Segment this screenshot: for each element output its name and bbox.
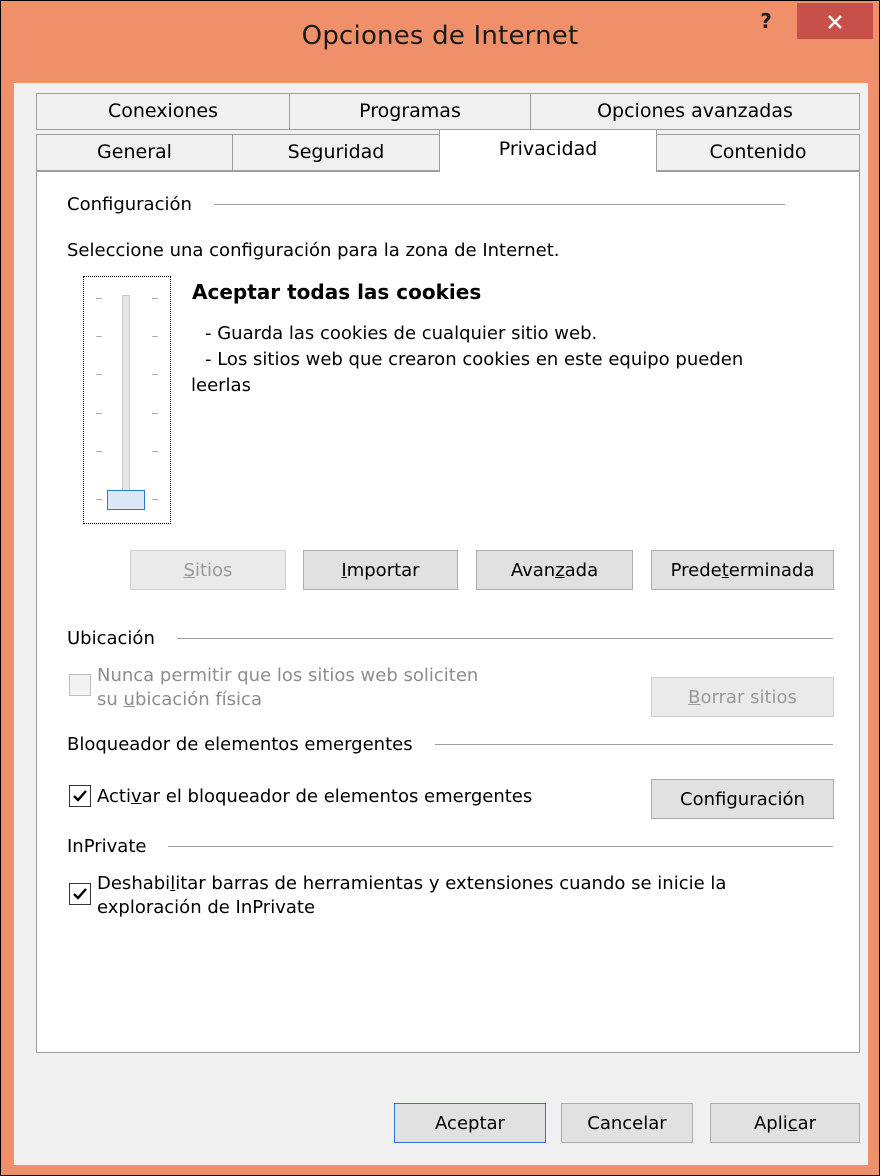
slider-tick: [96, 336, 102, 337]
location-checkbox-label: Nunca permitir que los sitios web solici…: [97, 664, 478, 712]
label-line: exploración de InPrivate: [97, 897, 316, 918]
btn-text: Prede: [670, 559, 722, 581]
title-bar[interactable]: Opciones de Internet ?: [1, 1, 879, 83]
internet-options-window: Opciones de Internet ? Conexiones Progra…: [0, 0, 880, 1176]
privacy-level-description: - Guarda las cookies de cualquier sitio …: [191, 321, 743, 399]
slider-tick: [152, 336, 158, 337]
popup-blocker-checkbox[interactable]: [69, 785, 91, 807]
label-text: itar barras de herramientas y extensione…: [175, 873, 727, 894]
cancel-button[interactable]: Cancelar: [561, 1103, 693, 1143]
tab-contenido[interactable]: Contenido: [656, 134, 860, 171]
slider-tick: [96, 298, 102, 299]
label-text: Deshabi: [97, 873, 171, 894]
label-text: su: [97, 689, 124, 710]
location-section-rule: [176, 638, 833, 639]
slider-thumb[interactable]: [107, 490, 145, 510]
slider-tick: [96, 451, 102, 452]
btn-text: itios: [194, 559, 233, 581]
popup-section-header: Bloqueador de elementos emergentes: [67, 734, 833, 755]
btn-text: erminada: [728, 559, 815, 581]
ok-button[interactable]: Aceptar: [394, 1103, 546, 1143]
apply-button[interactable]: Aplicar: [710, 1103, 860, 1143]
slider-tick: [152, 451, 158, 452]
label-accel: u: [123, 689, 135, 710]
inprivate-checkbox-label: Deshabilitar barras de herramientas y ex…: [97, 872, 726, 920]
sites-button[interactable]: Sitios: [130, 550, 286, 590]
slider-tick: [96, 374, 102, 375]
clear-sites-button[interactable]: Borrar sitios: [651, 677, 834, 717]
checkmark-icon: [73, 790, 87, 802]
btn-text: orrar sitios: [700, 686, 797, 708]
desc-line: - Guarda las cookies de cualquier sitio …: [205, 323, 598, 344]
btn-accel: B: [688, 686, 701, 708]
location-section-title: Ubicación: [67, 628, 155, 649]
popup-section-title: Bloqueador de elementos emergentes: [67, 734, 413, 755]
close-button[interactable]: [797, 3, 873, 39]
label-text: Acti: [97, 786, 131, 807]
tab-seguridad[interactable]: Seguridad: [232, 134, 440, 171]
label-line: Deshabilitar barras de herramientas y ex…: [97, 872, 726, 896]
btn-text: Cancelar: [587, 1112, 667, 1134]
btn-accel: z: [555, 559, 565, 581]
tab-opciones-avanzadas[interactable]: Opciones avanzadas: [530, 93, 860, 130]
privacy-tab-panel: Configuración Seleccione una configuraci…: [36, 171, 860, 1053]
config-section-rule: [213, 204, 785, 205]
label-text: bicación física: [134, 689, 262, 710]
privacy-level-title: Aceptar todas las cookies: [192, 280, 482, 304]
btn-text: Apli: [753, 1112, 788, 1134]
tab-general[interactable]: General: [36, 134, 233, 171]
btn-accel: S: [183, 559, 195, 581]
btn-text: ada: [564, 559, 599, 581]
btn-text: Avan: [510, 559, 556, 581]
dialog-client-area: Conexiones Programas Opciones avanzadas …: [14, 83, 868, 1165]
label-line: su ubicación física: [97, 688, 478, 712]
tab-privacidad[interactable]: Privacidad: [439, 129, 657, 172]
slider-tick: [96, 499, 102, 500]
popup-blocker-label: Activar el bloqueador de elementos emerg…: [97, 785, 532, 809]
help-button[interactable]: ?: [743, 7, 789, 37]
import-button[interactable]: Importar: [303, 550, 458, 590]
config-instruction: Seleccione una configuración para la zon…: [67, 240, 560, 261]
slider-tick: [152, 413, 158, 414]
btn-text: Confi: [680, 788, 727, 810]
location-checkbox[interactable]: [69, 674, 91, 696]
config-section-header: Configuración: [67, 194, 785, 215]
popup-settings-button[interactable]: Configuración: [651, 779, 834, 819]
btn-text: ar: [797, 1112, 817, 1134]
slider-tick: [96, 413, 102, 414]
desc-line: leerlas: [191, 375, 251, 396]
popup-section-rule: [434, 744, 833, 745]
privacy-level-slider[interactable]: [83, 276, 171, 524]
label-text: ar el bloqueador de elementos emergentes: [141, 786, 533, 807]
inprivate-checkbox[interactable]: [69, 883, 91, 905]
btn-accel: g: [726, 788, 738, 810]
advanced-button[interactable]: Avanzada: [476, 550, 633, 590]
btn-text: mportar: [346, 559, 420, 581]
close-icon: [828, 15, 842, 29]
slider-track: [122, 295, 130, 509]
slider-tick: [152, 298, 158, 299]
btn-accel: c: [787, 1112, 798, 1134]
default-button[interactable]: Predeterminada: [651, 550, 834, 590]
desc-line: - Los sitios web que crearon cookies en …: [205, 349, 744, 370]
location-section-header: Ubicación: [67, 628, 833, 649]
btn-text: Aceptar: [435, 1112, 505, 1134]
btn-accel: t: [721, 559, 729, 581]
label-accel: v: [130, 786, 142, 807]
tab-conexiones[interactable]: Conexiones: [36, 93, 290, 130]
inprivate-section-header: InPrivate: [67, 836, 833, 857]
btn-text: uración: [737, 788, 805, 810]
inprivate-section-rule: [168, 846, 833, 847]
slider-tick: [152, 374, 158, 375]
tab-programas[interactable]: Programas: [289, 93, 531, 130]
slider-tick: [152, 499, 158, 500]
label-line: Nunca permitir que los sitios web solici…: [97, 665, 479, 686]
inprivate-section-title: InPrivate: [67, 836, 147, 857]
config-section-title: Configuración: [67, 194, 192, 215]
checkmark-icon: [73, 888, 87, 900]
